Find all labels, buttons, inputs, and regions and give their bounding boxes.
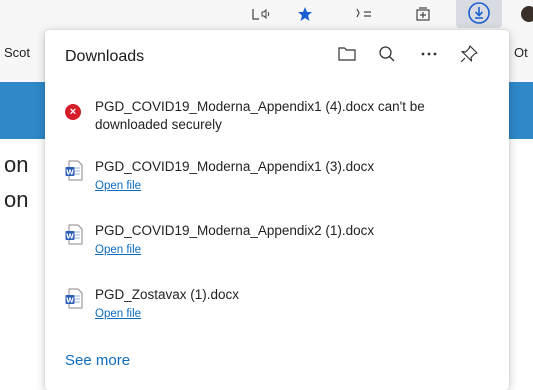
folder-icon bbox=[338, 47, 356, 61]
pin-flyout-button[interactable] bbox=[457, 42, 481, 66]
search-icon bbox=[379, 46, 395, 62]
download-filename: PGD_COVID19_Moderna_Appendix2 (1).docx bbox=[95, 223, 375, 238]
favorite-star-icon[interactable] bbox=[294, 2, 316, 26]
svg-text:W: W bbox=[66, 233, 74, 241]
flyout-title: Downloads bbox=[65, 48, 145, 65]
favorite-link-right[interactable]: Ot bbox=[514, 45, 528, 60]
more-icon bbox=[421, 52, 437, 56]
avatar bbox=[521, 6, 533, 22]
word-doc-icon: W bbox=[65, 160, 85, 181]
profile-button[interactable] bbox=[519, 2, 533, 26]
open-file-link[interactable]: Open file bbox=[95, 180, 141, 192]
error-icon: × bbox=[65, 100, 85, 120]
more-options-button[interactable] bbox=[417, 42, 441, 66]
read-aloud-icon[interactable] bbox=[248, 2, 274, 26]
word-doc-icon: W bbox=[65, 224, 85, 245]
see-more-link[interactable]: See more bbox=[65, 352, 130, 369]
svg-text:W: W bbox=[66, 169, 74, 177]
svg-text:W: W bbox=[66, 297, 74, 305]
open-downloads-folder-button[interactable] bbox=[335, 42, 359, 66]
download-filename: PGD_COVID19_Moderna_Appendix1 (4).docx c… bbox=[95, 99, 425, 132]
search-downloads-button[interactable] bbox=[375, 42, 399, 66]
pin-icon bbox=[460, 45, 478, 63]
download-icon bbox=[468, 2, 490, 24]
browser-toolbar bbox=[0, 0, 533, 30]
page-text-line: on bbox=[4, 152, 29, 177]
favorites-list-icon[interactable] bbox=[352, 2, 378, 26]
download-filename: PGD_COVID19_Moderna_Appendix1 (3).docx bbox=[95, 159, 375, 174]
favorite-link-left[interactable]: Scot bbox=[4, 45, 30, 60]
open-file-link[interactable]: Open file bbox=[95, 244, 141, 256]
word-doc-icon: W bbox=[65, 288, 85, 309]
open-file-link[interactable]: Open file bbox=[95, 308, 141, 320]
collections-icon[interactable] bbox=[410, 2, 436, 26]
download-filename: PGD_Zostavax (1).docx bbox=[95, 287, 240, 302]
page-text-line: on bbox=[4, 187, 29, 212]
downloads-flyout: Downloads × PGD_COVID19_Moderna_Appendix… bbox=[45, 30, 509, 390]
downloads-button[interactable] bbox=[456, 0, 502, 28]
